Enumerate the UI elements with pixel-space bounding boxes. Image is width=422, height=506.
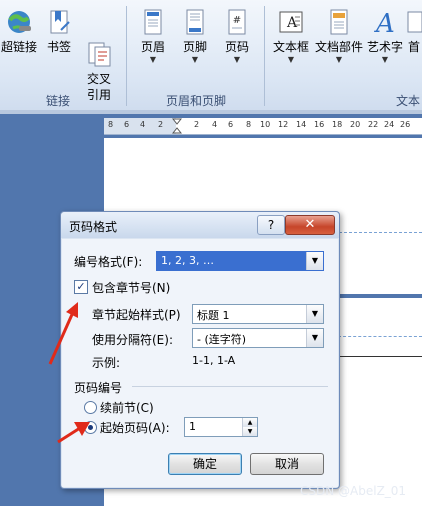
chevron-down-icon[interactable]: ▼: [306, 305, 323, 323]
separator-label: 使用分隔符(E):: [92, 333, 173, 347]
group-label-header-footer: 页眉和页脚: [166, 94, 227, 108]
include-chapter-label: 包含章节号(N): [92, 281, 171, 295]
ruler-tick: 14: [296, 120, 307, 129]
start-at-label: 起始页码(A):: [100, 421, 170, 435]
close-icon: ✕: [304, 217, 316, 232]
chevron-down-icon[interactable]: ▼: [306, 329, 323, 347]
watermark: CSDN @AbelZ_01: [300, 484, 407, 498]
ruler-tick: 6: [124, 120, 130, 129]
svg-text:A: A: [374, 9, 395, 36]
page-numbering-label: 页码编号: [74, 381, 123, 395]
start-at-spinner[interactable]: 1 ▲ ▼: [184, 417, 258, 437]
spinner-up-icon[interactable]: ▲: [242, 418, 257, 427]
chevron-down-icon: ▼: [149, 55, 157, 64]
group-label-links: 链接: [46, 94, 71, 108]
ruler-tick: 20: [350, 120, 361, 129]
ruler-tick: 4: [140, 120, 146, 129]
annotation-arrow-icon: [57, 422, 90, 444]
header-button[interactable]: 页眉 ▼: [138, 8, 168, 65]
wordart-icon: A: [371, 8, 399, 39]
chapter-style-label: 章节起始样式(P): [92, 308, 181, 322]
page-number-icon: #: [223, 8, 251, 36]
cancel-button[interactable]: 取消: [250, 453, 324, 475]
ruler-tick: 8: [108, 120, 114, 129]
chevron-down-icon[interactable]: ▼: [306, 252, 323, 270]
textbox-icon: A: [277, 8, 305, 36]
annotation-arrow-icon: [48, 302, 78, 365]
chevron-down-icon: ▼: [287, 55, 295, 64]
ribbon: 超链接 书签 交叉 引用 链接 页眉 ▼ 页脚 ▼ # 页码 ▼ 页眉和页脚 A…: [0, 0, 422, 112]
ruler-tick: 22: [368, 120, 379, 129]
header-icon: [139, 8, 167, 36]
dialog-body: 编号格式(F): 1, 2, 3, … ▼ ✓ 包含章节号(N) 章节起始样式(…: [62, 239, 338, 487]
example-value: 1-1, 1-A: [192, 354, 236, 367]
document-parts-icon: [325, 8, 353, 36]
document-parts-button[interactable]: 文档部件 ▼: [313, 8, 365, 65]
chevron-down-icon: ▼: [381, 55, 389, 64]
ruler-tick: 12: [278, 120, 289, 129]
footer-boundary: [338, 336, 422, 337]
page-gap: [338, 294, 422, 298]
close-button[interactable]: ✕: [285, 215, 335, 235]
ok-button[interactable]: 确定: [168, 453, 242, 475]
bookmark-button[interactable]: 书签: [44, 8, 74, 55]
dropcap-icon: [406, 8, 422, 36]
textbox-button[interactable]: A 文本框 ▼: [272, 8, 310, 65]
document-line: [338, 356, 422, 357]
ruler-tick: 4: [212, 120, 218, 129]
help-button[interactable]: ?: [257, 215, 285, 235]
svg-text:#: #: [233, 15, 241, 26]
footer-icon: [181, 8, 209, 36]
separator-select[interactable]: - (连字符) ▼: [192, 328, 324, 348]
cross-reference-icon: [85, 24, 113, 67]
ruler-tick: 26: [400, 120, 411, 129]
dropcap-button[interactable]: 首: [406, 8, 422, 55]
indent-marker-icon[interactable]: [172, 118, 182, 134]
chapter-style-select[interactable]: 标题 1 ▼: [192, 304, 324, 324]
group-separator: [264, 6, 265, 106]
ruler-tick: 16: [314, 120, 325, 129]
bookmark-icon: [45, 8, 73, 36]
group-separator: [126, 6, 127, 106]
ruler-tick: 2: [158, 120, 164, 129]
group-divider: [132, 386, 328, 387]
include-chapter-checkbox[interactable]: ✓: [74, 280, 88, 294]
page-number-format-dialog: 页码格式 ? ✕ 编号格式(F): 1, 2, 3, … ▼ ✓ 包含章节号(N…: [60, 211, 340, 489]
page-number-button[interactable]: # 页码 ▼: [222, 8, 252, 65]
group-label-text: 文本: [396, 94, 421, 108]
number-format-select[interactable]: 1, 2, 3, … ▼: [156, 251, 324, 271]
chevron-down-icon: ▼: [191, 55, 199, 64]
example-label: 示例:: [92, 356, 121, 370]
continue-label: 续前节(C): [100, 401, 154, 415]
ruler-tick: 10: [260, 120, 271, 129]
chevron-down-icon: ▼: [233, 55, 241, 64]
chevron-down-icon: ▼: [335, 55, 343, 64]
wordart-button[interactable]: A 艺术字 ▼: [366, 8, 404, 65]
ruler-tick: 6: [228, 120, 234, 129]
ruler-tick: 8: [246, 120, 252, 129]
ruler-tick: 2: [194, 120, 200, 129]
dialog-titlebar[interactable]: 页码格式 ? ✕: [61, 212, 339, 238]
dialog-title: 页码格式: [69, 220, 118, 234]
cross-reference-button[interactable]: 交叉 引用: [82, 8, 116, 119]
ruler-tick: 24: [384, 120, 395, 129]
number-format-label: 编号格式(F):: [74, 255, 143, 269]
horizontal-ruler[interactable]: 8 6 4 2 2 4 6 8 10 12 14 16 18 20 22 24 …: [104, 118, 422, 135]
ruler-tick: 18: [332, 120, 343, 129]
spinner-down-icon[interactable]: ▼: [242, 427, 257, 436]
footer-button[interactable]: 页脚 ▼: [180, 8, 210, 65]
hyperlink-button[interactable]: 超链接: [0, 8, 38, 55]
hyperlink-globe-icon: [5, 8, 33, 36]
continue-radio[interactable]: [84, 401, 97, 414]
